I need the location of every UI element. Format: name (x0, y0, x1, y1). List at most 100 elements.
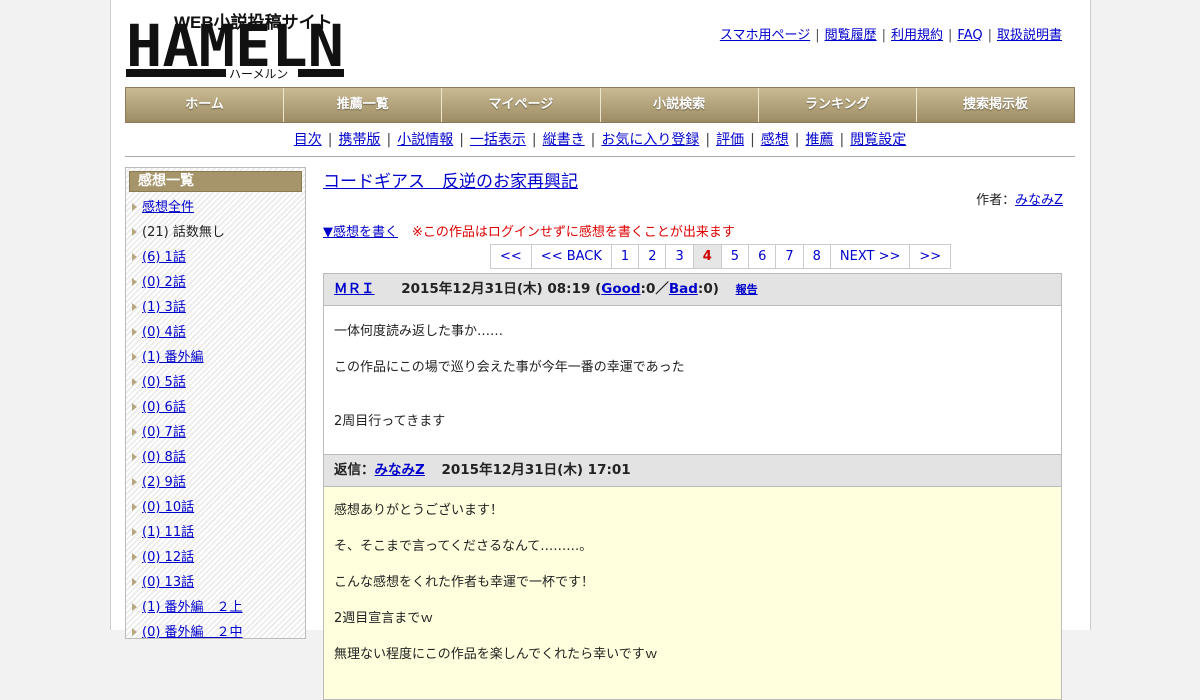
nav-novel-search[interactable]: 小説検索 (601, 88, 759, 122)
reply-line: 感想ありがとうございます！ (334, 503, 504, 518)
page-link[interactable]: 6 (749, 245, 777, 268)
subnav-rating[interactable]: 評価 (716, 132, 744, 148)
sidebar-item[interactable]: (2) 9話 (126, 470, 305, 495)
subnav-recommend[interactable]: 推薦 (806, 132, 834, 148)
sidebar-item-label[interactable]: 感想全件 (142, 200, 194, 215)
sidebar-item-label[interactable]: (0) 12話 (142, 550, 194, 565)
sidebar-item[interactable]: (0) 8話 (126, 445, 305, 470)
triangle-bullet-icon (132, 503, 137, 511)
subnav-comments[interactable]: 感想 (761, 132, 789, 148)
triangle-bullet-icon (132, 303, 137, 311)
sidebar-item[interactable]: (1) 11話 (126, 520, 305, 545)
comment-card: ＭＲＩ 2015年12月31日(木) 08:19 (Good:0／Bad:0) … (323, 273, 1062, 700)
sidebar-item-label[interactable]: (0) 13話 (142, 575, 194, 590)
comment-line: この作品にこの場で巡り会えた事が今年一番の幸運であった (334, 360, 685, 375)
sidebar-item-label[interactable]: (6) 1話 (142, 250, 186, 265)
subnav-show-all[interactable]: 一括表示 (470, 132, 526, 148)
triangle-bullet-icon (132, 628, 137, 636)
reply-author-link[interactable]: みなみZ (375, 462, 425, 478)
sidebar-item[interactable]: (0) 5話 (126, 370, 305, 395)
triangle-bullet-icon (132, 203, 137, 211)
triangle-bullet-icon (132, 278, 137, 286)
novel-title-link[interactable]: コードギアス 反逆のお家再興記 (323, 167, 578, 192)
write-comment-link[interactable]: ▼感想を書く (323, 225, 398, 240)
page-container: WEB小説投稿サイト HAMELN ハーメルン スマホ用ページ | 閲覧履歴 | 利用規… (110, 0, 1091, 700)
reply-prefix: 返信： (334, 462, 375, 478)
good-vote-link[interactable]: Good (601, 281, 640, 297)
sidebar-item-label[interactable]: (1) 番外編 ２上 (142, 600, 243, 615)
nav-home[interactable]: ホーム (126, 88, 285, 122)
page-link[interactable]: 2 (639, 245, 667, 268)
triangle-bullet-icon (132, 428, 137, 436)
write-comment-row: ▼感想を書く ※この作品はログインせずに感想を書くことが出来ます (323, 221, 735, 240)
link-history[interactable]: 閲覧履歴 (825, 28, 877, 43)
sidebar-item[interactable]: (1) 番外編 ２上 (126, 595, 305, 620)
sidebar-item-label[interactable]: (1) 3話 (142, 300, 186, 315)
sidebar-item[interactable]: (0) 6話 (126, 395, 305, 420)
page-link[interactable]: 3 (666, 245, 694, 268)
sidebar-item[interactable]: (0) 2話 (126, 270, 305, 295)
page-link[interactable]: 5 (721, 245, 750, 268)
nav-mypage[interactable]: マイページ (442, 88, 601, 122)
sidebar-item-label[interactable]: (0) 5話 (142, 375, 186, 390)
subnav-novel-info[interactable]: 小説情報 (397, 132, 453, 148)
sidebar-item[interactable]: (0) 7話 (126, 420, 305, 445)
page-link[interactable]: 8 (803, 245, 831, 268)
site-logo[interactable]: WEB小説投稿サイト HAMELN ハーメルン (126, 10, 346, 81)
separator: | (815, 28, 820, 43)
nav-ranking[interactable]: ランキング (759, 88, 917, 122)
sidebar-item[interactable]: (0) 13話 (126, 570, 305, 595)
sidebar-item[interactable]: (0) 番外編 ２中 (126, 620, 305, 645)
page-link[interactable]: >> (910, 245, 951, 268)
sidebar-item-label[interactable]: (0) 番外編 ２中 (142, 625, 243, 640)
link-faq[interactable]: FAQ (957, 28, 982, 43)
sidebar-item-label[interactable]: (0) 7話 (142, 425, 186, 440)
sidebar-item[interactable]: 感想全件 (126, 195, 305, 220)
subnav-toc[interactable]: 目次 (294, 132, 322, 148)
page-link[interactable]: 1 (611, 245, 640, 268)
triangle-bullet-icon (132, 478, 137, 486)
bad-vote-link[interactable]: Bad (669, 281, 698, 297)
separator: | (327, 132, 333, 148)
separator: | (881, 28, 886, 43)
subnav-favorite[interactable]: お気に入り登録 (601, 132, 699, 148)
sidebar-item-label[interactable]: (0) 10話 (142, 500, 194, 515)
comment-user-link[interactable]: ＭＲＩ (334, 281, 375, 297)
link-terms[interactable]: 利用規約 (891, 28, 943, 43)
subnav-mobile[interactable]: 携帯版 (338, 132, 380, 148)
link-smartphone[interactable]: スマホ用ページ (720, 28, 810, 43)
report-link[interactable]: 報告 (736, 283, 758, 296)
page-link[interactable]: NEXT >> (830, 245, 911, 268)
sidebar-item-label[interactable]: (0) 6話 (142, 400, 186, 415)
sidebar-item-label[interactable]: (2) 9話 (142, 475, 186, 490)
comment-line: 2周目行ってきます (334, 414, 446, 429)
page-link[interactable]: << BACK (531, 245, 612, 268)
sidebar-item[interactable]: (1) 3話 (126, 295, 305, 320)
separator: | (750, 132, 755, 148)
sidebar-item[interactable]: (6) 1話 (126, 245, 305, 270)
page-link[interactable]: 7 (776, 245, 804, 268)
sidebar-item[interactable]: (0) 10話 (126, 495, 305, 520)
subnav-vertical[interactable]: 縦書き (543, 132, 585, 148)
page-current: 4 (693, 245, 722, 268)
reply-line: 2週目宣言までｗ (334, 611, 434, 626)
sidebar-item-label[interactable]: (0) 8話 (142, 450, 186, 465)
page-link[interactable]: << (491, 245, 532, 268)
subnav-view-settings[interactable]: 閲覧設定 (850, 132, 906, 148)
sidebar-item[interactable]: (1) 番外編 (126, 345, 305, 370)
author-link[interactable]: みなみZ (1015, 193, 1063, 208)
nav-recommendations[interactable]: 推薦一覧 (284, 88, 443, 122)
sidebar-item[interactable]: (0) 12話 (126, 545, 305, 570)
sidebar-item-label[interactable]: (0) 2話 (142, 275, 186, 290)
divider (125, 156, 1075, 157)
sidebar-item[interactable]: (0) 4話 (126, 320, 305, 345)
triangle-bullet-icon (132, 528, 137, 536)
nav-search-board[interactable]: 捜索掲示板 (917, 88, 1074, 122)
sidebar-item-label[interactable]: (0) 4話 (142, 325, 186, 340)
sidebar-item-label[interactable]: (1) 番外編 (142, 350, 204, 365)
sidebar-item-label[interactable]: (1) 11話 (142, 525, 194, 540)
link-manual[interactable]: 取扱説明書 (997, 28, 1062, 43)
separator: | (590, 132, 596, 148)
comment-line (334, 392, 1051, 393)
good-count: :0／ (640, 281, 669, 297)
